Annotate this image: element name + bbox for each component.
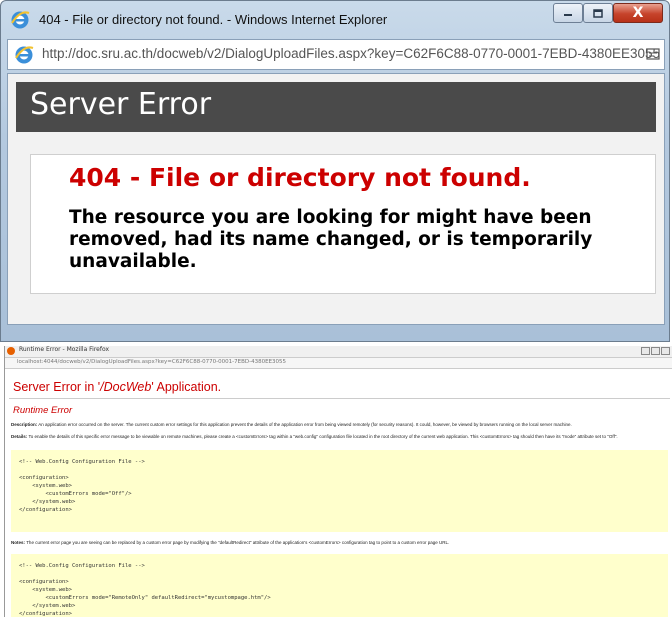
- description-text: An application error occurred on the ser…: [38, 422, 572, 427]
- heading-app: /DocWeb: [100, 380, 152, 394]
- details-label: Details:: [11, 434, 28, 439]
- heading-suffix: ' Application.: [151, 380, 222, 394]
- firefox-address-bar[interactable]: localhost:4044/docweb/v2/DialogUploadFil…: [5, 358, 672, 369]
- page-title: Server Error: [30, 87, 212, 122]
- close-icon: X: [632, 5, 644, 21]
- error-message: The resource you are looking for might h…: [69, 207, 593, 272]
- details-paragraph: Details: To enable the details of this s…: [11, 434, 668, 440]
- firefox-address-url[interactable]: localhost:4044/docweb/v2/DialogUploadFil…: [17, 359, 286, 365]
- firefox-window: Runtime Error - Mozilla Firefox localhos…: [4, 346, 672, 617]
- description-label: Description:: [11, 422, 38, 427]
- close-button[interactable]: X: [613, 3, 663, 23]
- server-error-header: Server Error: [16, 82, 656, 132]
- ie-window: 404 - File or directory not found. - Win…: [0, 0, 670, 342]
- firefox-window-title: Runtime Error - Mozilla Firefox: [19, 346, 110, 353]
- firefox-close-button[interactable]: [661, 347, 670, 355]
- details-text: To enable the details of this specific e…: [28, 434, 618, 439]
- internet-explorer-icon: [11, 11, 30, 29]
- ie-page-content: Server Error 404 - File or directory not…: [7, 73, 665, 325]
- heading-prefix: Server Error in ': [13, 380, 101, 394]
- code-block-custom-page: <!-- Web.Config Configuration File --> <…: [11, 554, 668, 617]
- error-panel: 404 - File or directory not found. The r…: [30, 154, 656, 294]
- minimize-icon: [564, 14, 572, 16]
- firefox-minimize-button[interactable]: [641, 347, 650, 355]
- compatibility-view-icon[interactable]: [646, 47, 660, 61]
- runtime-error-page: Server Error in '/DocWeb' Application. R…: [5, 370, 672, 617]
- notes-label: Notes:: [11, 540, 26, 545]
- error-title: 404 - File or directory not found.: [69, 163, 531, 192]
- firefox-maximize-button[interactable]: [651, 347, 660, 355]
- server-error-heading: Server Error in '/DocWeb' Application.: [13, 380, 221, 394]
- notes-paragraph: Notes: The current error page you are se…: [11, 540, 668, 546]
- firefox-icon: [7, 347, 15, 355]
- window-title: 404 - File or directory not found. - Win…: [39, 12, 388, 27]
- firefox-titlebar[interactable]: Runtime Error - Mozilla Firefox: [5, 346, 672, 358]
- notes-text: The current error page you are seeing ca…: [26, 540, 450, 545]
- runtime-error-subheading: Runtime Error: [13, 405, 73, 416]
- code-block-config: <!-- Web.Config Configuration File --> <…: [11, 450, 668, 532]
- description-paragraph: Description: An application error occurr…: [11, 422, 668, 428]
- internet-explorer-icon: [15, 46, 34, 64]
- code-config-off: <!-- Web.Config Configuration File --> <…: [19, 459, 145, 513]
- code-config-remoteonly: <!-- Web.Config Configuration File --> <…: [19, 563, 271, 617]
- maximize-button[interactable]: [583, 3, 613, 23]
- address-bar[interactable]: http://doc.sru.ac.th/docweb/v2/DialogUpl…: [7, 39, 665, 70]
- window-controls: X: [553, 3, 663, 23]
- address-url[interactable]: http://doc.sru.ac.th/docweb/v2/DialogUpl…: [42, 46, 660, 61]
- ie-titlebar[interactable]: 404 - File or directory not found. - Win…: [1, 1, 669, 37]
- divider: [9, 398, 670, 399]
- maximize-icon: [593, 8, 603, 18]
- minimize-button[interactable]: [553, 3, 583, 23]
- firefox-window-controls: [640, 347, 670, 355]
